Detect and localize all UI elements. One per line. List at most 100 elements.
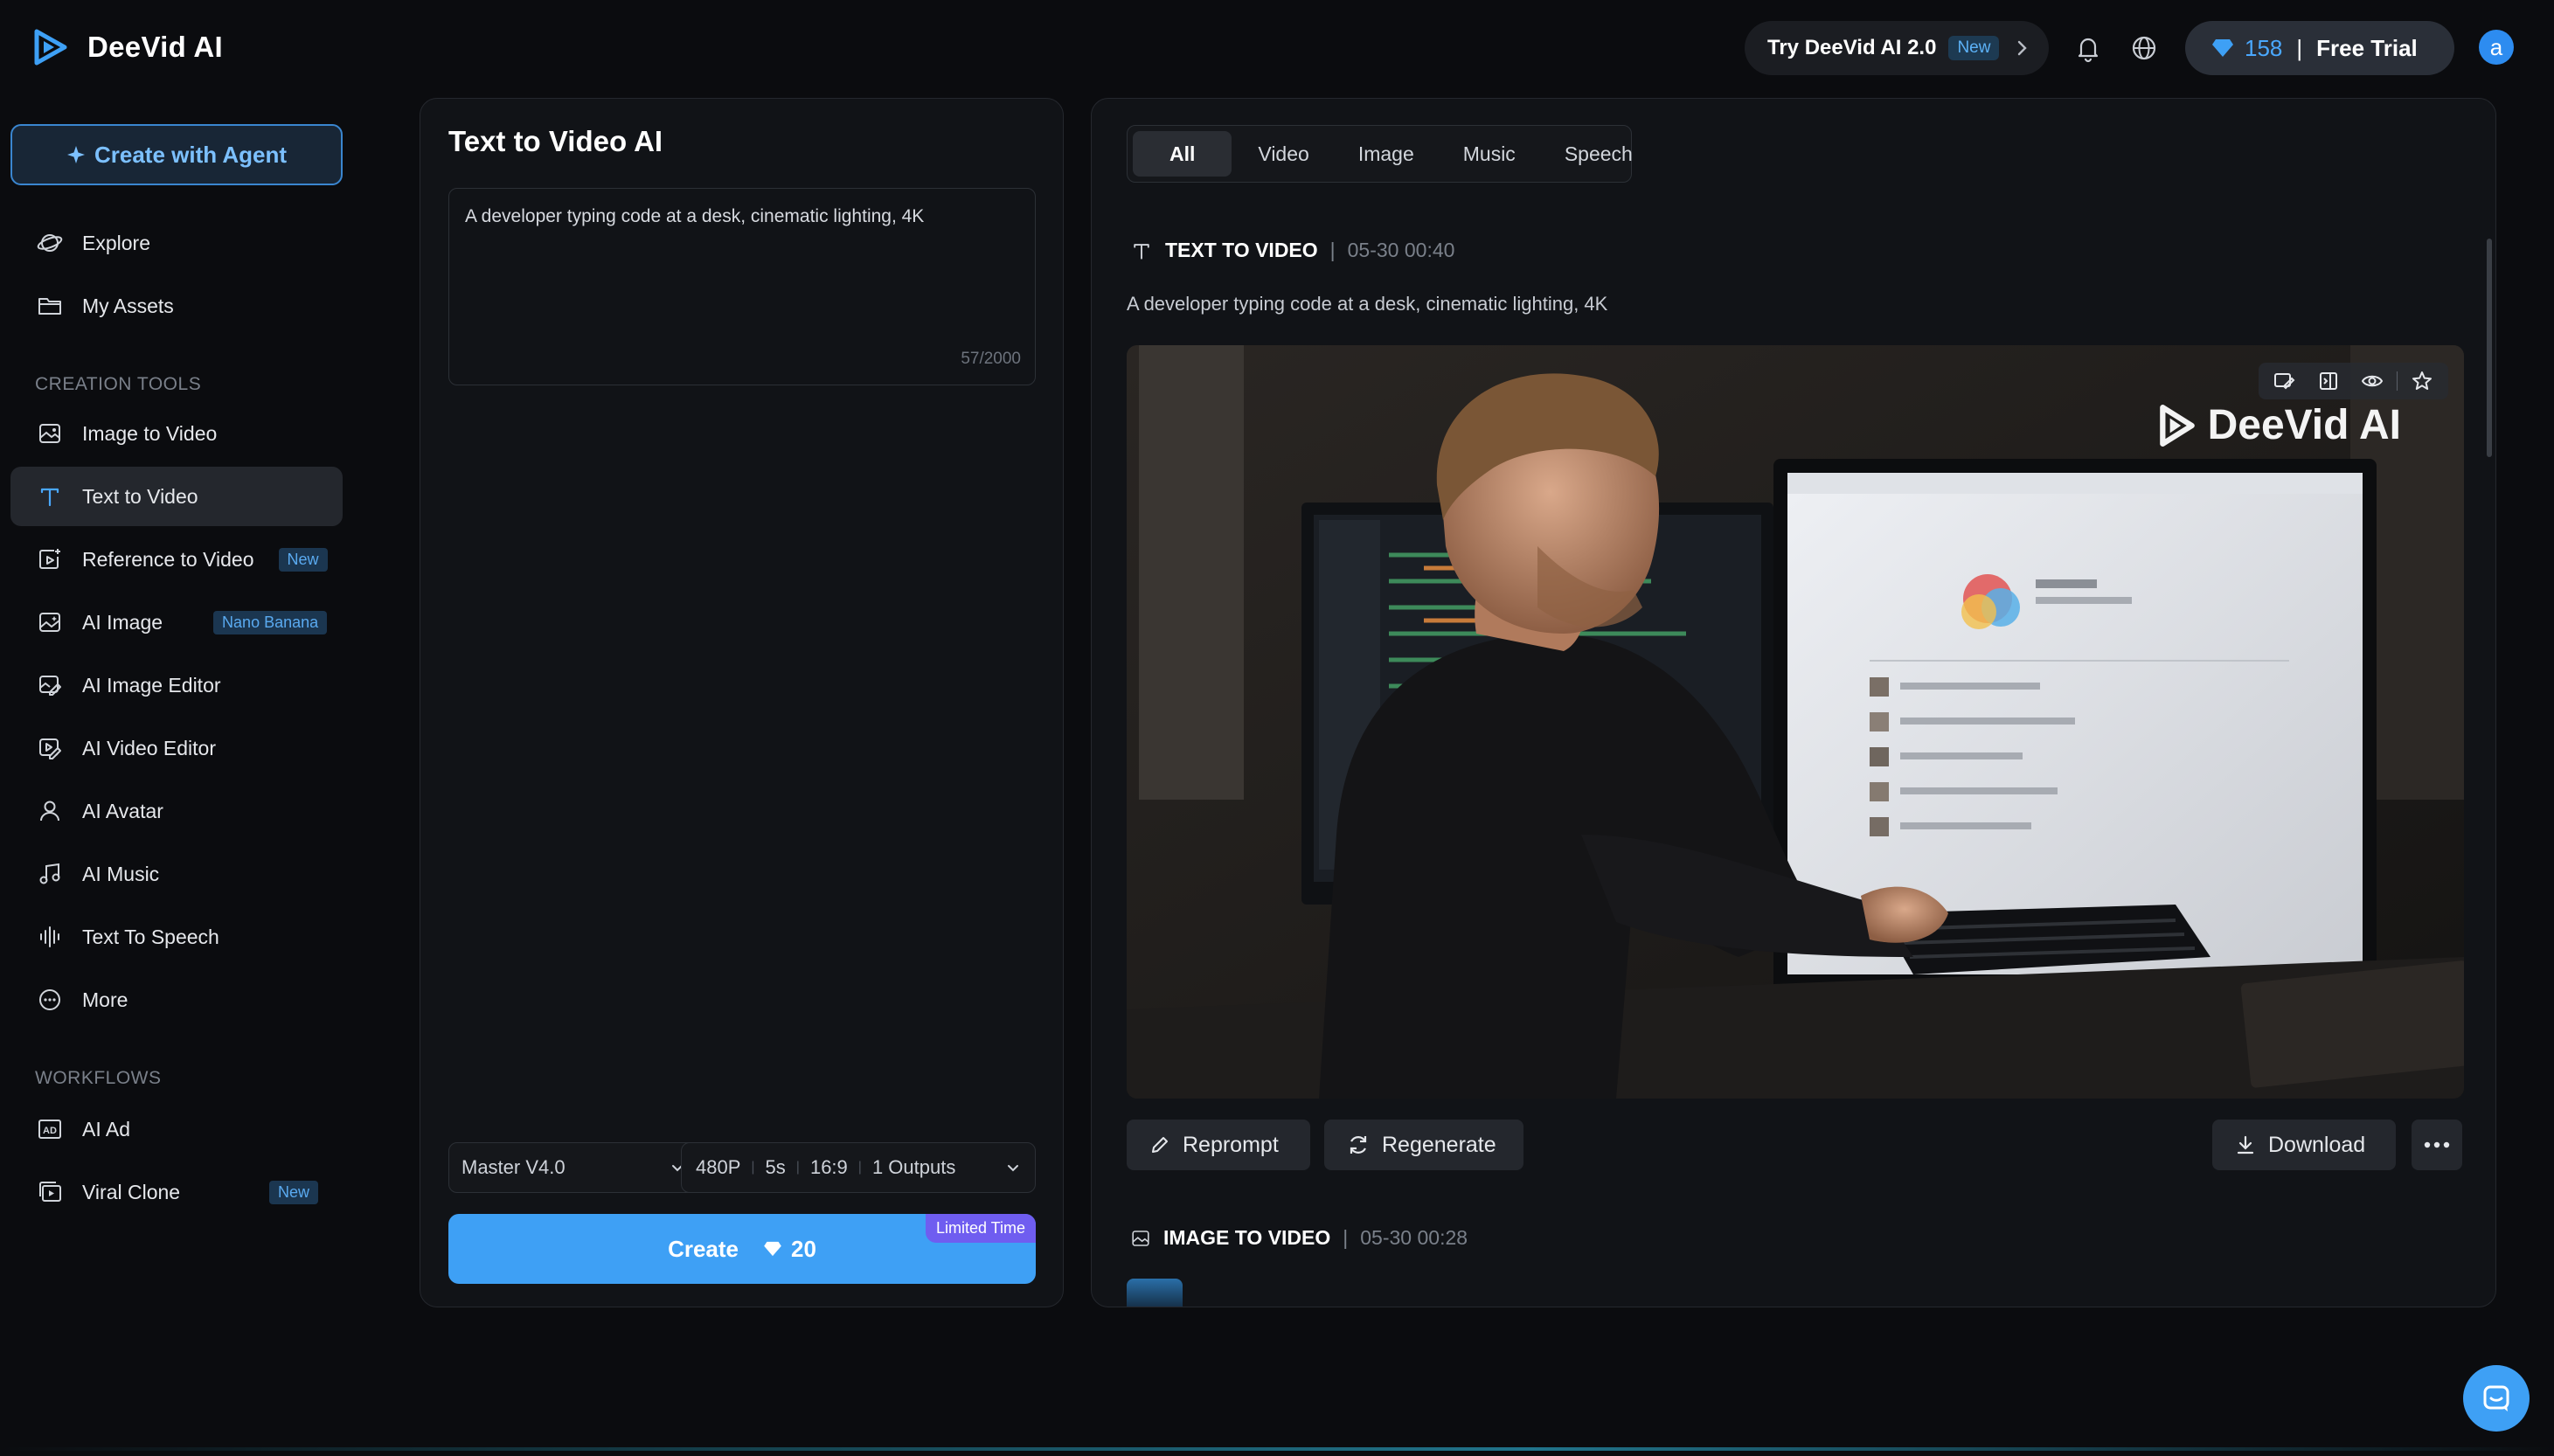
sidebar-item-label: AI Image xyxy=(82,610,163,634)
tab-video[interactable]: Video xyxy=(1235,131,1331,177)
new-badge: New xyxy=(1948,36,2000,60)
sidebar-item-explore[interactable]: Explore xyxy=(10,213,343,273)
app-logo[interactable]: DeeVid AI xyxy=(31,28,223,66)
bell-icon[interactable] xyxy=(2073,33,2103,63)
sidebar-item-label: AI Music xyxy=(82,862,160,885)
more-horizontal-icon xyxy=(2424,1141,2450,1148)
sidebar-item-my-assets[interactable]: My Assets xyxy=(10,276,343,336)
download-label: Download xyxy=(2268,1132,2366,1157)
sidebar-item-ai-avatar[interactable]: AI Avatar xyxy=(10,781,343,841)
more-circle-icon xyxy=(39,989,60,1010)
video-toolbar xyxy=(2259,363,2448,399)
outputs-value: 1 Outputs xyxy=(871,1156,956,1178)
duration-value: 5s xyxy=(765,1156,786,1178)
tab-music[interactable]: Music xyxy=(1440,131,1538,177)
reference-video-icon xyxy=(39,549,60,569)
watermark-text: DeeVid AI xyxy=(2207,402,2401,448)
sidebar-item-viral-clone[interactable]: Viral Clone New xyxy=(10,1162,343,1222)
panel-title: Text to Video AI xyxy=(448,125,663,157)
text-to-video-panel: Text to Video AI A developer typing code… xyxy=(420,98,1064,1307)
chat-support-button[interactable] xyxy=(2463,1365,2530,1432)
generation-time: 05-30 00:28 xyxy=(1360,1226,1468,1249)
sidebar-item-reference-to-video[interactable]: Reference to Video New xyxy=(10,530,343,589)
model-select[interactable]: Master V4.0 xyxy=(448,1142,698,1193)
regenerate-button[interactable]: Regenerate xyxy=(1324,1120,1523,1170)
nano-banana-tag: Nano Banana xyxy=(213,610,328,634)
create-with-agent-button[interactable]: Create with Agent xyxy=(10,124,343,185)
video-preview[interactable]: DeeVid AI xyxy=(1127,345,2464,1099)
user-avatar[interactable]: a xyxy=(2479,30,2514,65)
agent-button-label: Create with Agent xyxy=(94,141,288,168)
extend-video-icon[interactable] xyxy=(2309,366,2348,396)
prompt-input[interactable]: A developer typing code at a desk, cinem… xyxy=(448,188,1036,385)
more-options-button[interactable] xyxy=(2412,1120,2462,1170)
sidebar-item-label: AI Image Editor xyxy=(82,673,221,697)
video-options-select[interactable]: 480P | 5s | 16:9 | 1 Outputs xyxy=(681,1142,1036,1193)
deevid-logo-icon xyxy=(2159,404,2195,447)
create-label: Create xyxy=(668,1235,739,1262)
image-icon xyxy=(39,424,60,443)
app-name: DeeVid AI xyxy=(87,31,223,63)
sidebar-item-label: My Assets xyxy=(82,294,174,317)
generation-prompt: A developer typing code at a desk, cinem… xyxy=(1127,293,1608,315)
sidebar-item-image-to-video[interactable]: Image to Video xyxy=(10,404,343,463)
next-generation-thumbnail[interactable] xyxy=(1127,1279,1183,1307)
limited-time-badge: Limited Time xyxy=(925,1214,1036,1243)
image-editor-icon xyxy=(39,676,61,696)
ad-icon: AD xyxy=(38,1120,61,1139)
tab-image[interactable]: Image xyxy=(1336,131,1437,177)
model-value: Master V4.0 xyxy=(462,1156,566,1178)
char-count: 57/2000 xyxy=(961,350,1021,368)
creation-tools-heading: CREATION TOOLS xyxy=(35,374,202,394)
sidebar-item-text-to-video[interactable]: Text to Video xyxy=(10,467,343,526)
credits-count: 158 xyxy=(2245,34,2283,61)
ai-image-icon xyxy=(39,613,60,632)
video-frame xyxy=(1127,345,2464,1099)
sidebar-item-ai-video-editor[interactable]: AI Video Editor xyxy=(10,718,343,778)
sidebar-item-label: Text To Speech xyxy=(82,925,219,948)
video-editor-icon xyxy=(39,738,61,759)
regenerate-label: Regenerate xyxy=(1382,1132,1496,1157)
sidebar-item-ai-image-editor[interactable]: AI Image Editor xyxy=(10,655,343,715)
waveform-icon xyxy=(40,926,59,947)
edit-video-icon[interactable] xyxy=(2266,366,2304,396)
text-icon xyxy=(1134,243,1149,260)
sidebar-item-text-to-speech[interactable]: Text To Speech xyxy=(10,907,343,967)
sidebar-item-ai-ad[interactable]: AD AI Ad xyxy=(10,1099,343,1159)
sparkle-icon xyxy=(66,146,85,163)
generation-kind: IMAGE TO VIDEO xyxy=(1163,1226,1331,1249)
sidebar-item-label: Explore xyxy=(82,231,150,254)
svg-text:AD: AD xyxy=(43,1126,57,1136)
generation-time: 05-30 00:40 xyxy=(1347,239,1455,261)
sidebar-item-label: Viral Clone xyxy=(82,1180,181,1203)
star-icon[interactable] xyxy=(2403,366,2441,396)
diamond-icon xyxy=(764,1241,781,1257)
watermark: DeeVid AI xyxy=(2157,401,2401,449)
filter-tabs: All Video Image Music Speech xyxy=(1127,125,1633,183)
bottom-divider xyxy=(0,1447,2554,1451)
reprompt-label: Reprompt xyxy=(1183,1132,1279,1157)
clone-icon xyxy=(39,1182,61,1202)
eye-icon[interactable] xyxy=(2353,366,2391,396)
create-button[interactable]: Create 20 Limited Time xyxy=(448,1214,1036,1284)
new-tag: New xyxy=(268,1180,318,1204)
sidebar-item-label: Image to Video xyxy=(82,421,218,445)
music-icon xyxy=(39,863,60,884)
tab-all[interactable]: All xyxy=(1133,131,1232,177)
try-deevid-2-button[interactable]: Try DeeVid AI 2.0 New xyxy=(1745,21,2049,75)
explore-icon xyxy=(37,234,63,252)
sidebar-item-ai-music[interactable]: AI Music xyxy=(10,844,343,904)
diamond-icon xyxy=(2212,39,2233,57)
download-button[interactable]: Download xyxy=(2212,1120,2396,1170)
sidebar-item-more[interactable]: More xyxy=(10,970,343,1030)
prompt-text: A developer typing code at a desk, cinem… xyxy=(465,206,925,226)
generations-panel: All Video Image Music Speech TEXT TO VID… xyxy=(1091,98,2496,1307)
credits-plan-button[interactable]: 158 | Free Trial xyxy=(2185,21,2454,75)
sidebar-item-ai-image[interactable]: AI Image Nano Banana xyxy=(10,593,343,652)
tab-speech[interactable]: Speech xyxy=(1542,131,1655,177)
image-icon xyxy=(1132,1230,1149,1246)
globe-icon[interactable] xyxy=(2129,33,2159,63)
scrollbar[interactable] xyxy=(2487,239,2492,457)
text-icon xyxy=(40,488,59,507)
reprompt-button[interactable]: Reprompt xyxy=(1127,1120,1310,1170)
